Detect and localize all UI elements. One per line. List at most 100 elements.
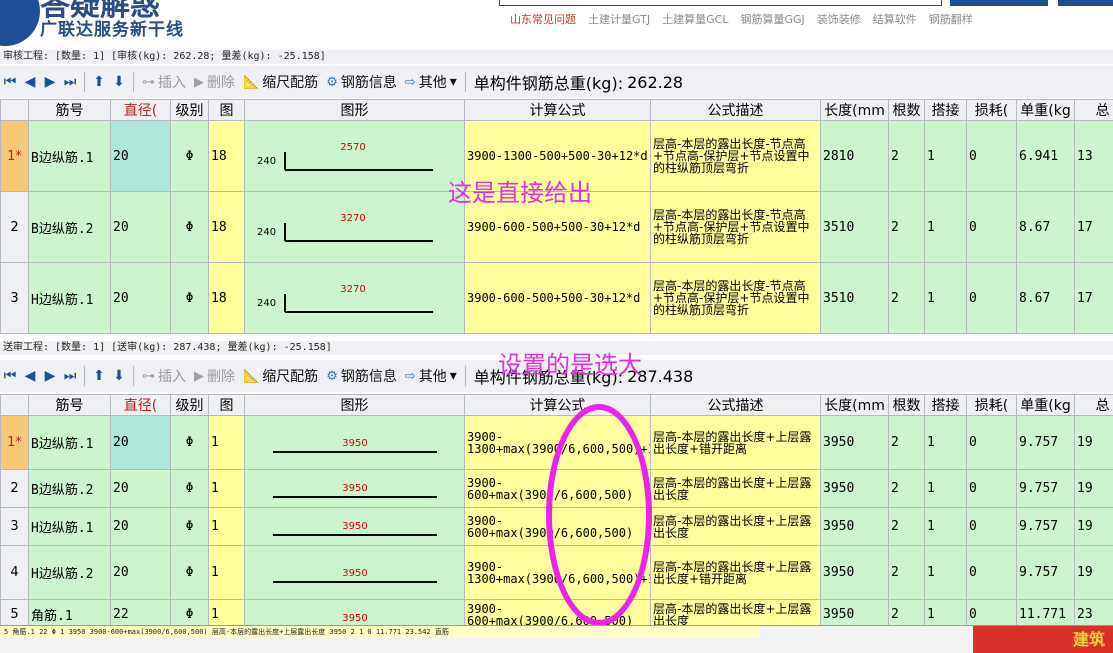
nav-link[interactable]: 钢筋翻样	[929, 11, 973, 27]
rebar-length[interactable]: 3950	[820, 469, 889, 508]
rebar-shape[interactable]: 240 3270	[244, 262, 465, 334]
formula-description[interactable]: 层高-本层的露出长度-节点高+节点高-保护层+节点设置中的柱纵筋顶层弯折	[650, 191, 821, 263]
nav-link[interactable]: 土建计量GTJ	[588, 11, 650, 27]
unit-weight[interactable]: 9.757	[1016, 545, 1075, 600]
rebar-count[interactable]: 2	[888, 469, 925, 508]
rebar-lap[interactable]: 1	[924, 507, 967, 546]
col-header[interactable]: 搭接	[924, 394, 967, 416]
unit-weight[interactable]: 6.941	[1016, 120, 1075, 192]
scale-rebar-button[interactable]: 📐 缩尺配筋	[239, 366, 322, 386]
rebar-name[interactable]: B边纵筋.1	[28, 120, 111, 192]
col-header[interactable]: 总	[1074, 99, 1113, 121]
rebar-lap[interactable]: 1	[924, 415, 967, 470]
nav-link[interactable]: 钢筋算量GGJ	[740, 11, 804, 27]
next-record-icon[interactable]: ▶	[40, 368, 60, 384]
row-index[interactable]: 3	[0, 507, 29, 546]
rebar-grade-icon[interactable]: Φ	[170, 507, 209, 546]
total-weight[interactable]: 13	[1074, 120, 1113, 192]
rebar-diameter[interactable]: 20	[110, 469, 171, 508]
table-row[interactable]: 1* B边纵筋.1 20 Φ 1 3950 3900-1300+max(3900…	[0, 415, 1113, 470]
rebar-name[interactable]: H边纵筋.2	[28, 545, 111, 600]
last-record-icon[interactable]: ⏭	[60, 368, 80, 384]
rebar-grade-icon[interactable]: Φ	[170, 262, 209, 334]
rebar-grade-icon[interactable]: Φ	[170, 191, 209, 263]
col-header[interactable]: 公式描述	[650, 99, 821, 121]
search-input[interactable]	[499, 0, 942, 6]
other-menu-button[interactable]: ⇨ 其他 ▾	[401, 366, 461, 386]
calc-formula[interactable]: 3900-1300+max(3900/6,600,500)+1*max(35*d…	[464, 545, 651, 600]
row-index[interactable]: 2	[0, 469, 29, 508]
menu-button[interactable]	[1058, 0, 1113, 6]
rebar-lap[interactable]: 1	[924, 191, 967, 263]
unit-weight[interactable]: 8.67	[1016, 262, 1075, 334]
total-weight[interactable]: 19	[1074, 545, 1113, 600]
rebar-count[interactable]: 2	[888, 262, 925, 334]
rebar-shape[interactable]: 3950	[244, 507, 465, 546]
col-header[interactable]: 直径(	[110, 394, 171, 416]
col-header[interactable]: 单重(kg	[1016, 394, 1075, 416]
rebar-lap[interactable]: 1	[924, 262, 967, 334]
rebar-shape[interactable]: 3950	[244, 545, 465, 600]
shape-number[interactable]: 18	[208, 191, 245, 263]
table-row[interactable]: 3 H边纵筋.1 20 Φ 18 240 3270 3900-600-500+5…	[0, 262, 1113, 334]
unit-weight[interactable]: 8.67	[1016, 191, 1075, 263]
col-header[interactable]: 长度(mm	[820, 394, 889, 416]
rebar-grade-icon[interactable]: Φ	[170, 545, 209, 600]
total-weight[interactable]: 17	[1074, 262, 1113, 334]
formula-description[interactable]: 层高-本层的露出长度+上层露出长度	[650, 469, 821, 508]
prev-record-icon[interactable]: ◀	[20, 74, 40, 90]
col-header[interactable]: 筋号	[28, 394, 111, 416]
rebar-lap[interactable]: 1	[924, 469, 967, 508]
first-record-icon[interactable]: ⏮	[0, 368, 20, 384]
formula-description[interactable]: 层高-本层的露出长度+上层露出长度+错开距离	[650, 545, 821, 600]
rebar-lap[interactable]: 1	[924, 120, 967, 192]
rebar-loss[interactable]: 0	[966, 415, 1017, 470]
col-header[interactable]: 搭接	[924, 99, 967, 121]
col-header[interactable]: 直径(	[110, 99, 171, 121]
rebar-diameter[interactable]: 20	[110, 507, 171, 546]
first-record-icon[interactable]: ⏮	[0, 74, 20, 90]
col-header[interactable]: 级别	[170, 99, 209, 121]
rebar-name[interactable]: B边纵筋.1	[28, 415, 111, 470]
rebar-loss[interactable]: 0	[966, 545, 1017, 600]
col-header[interactable]: 计算公式	[464, 99, 651, 121]
rebar-diameter[interactable]: 20	[110, 262, 171, 334]
col-header[interactable]: 总	[1074, 394, 1113, 416]
last-record-icon[interactable]: ⏭	[60, 74, 80, 90]
rebar-diameter[interactable]: 20	[110, 415, 171, 470]
rebar-count[interactable]: 2	[888, 545, 925, 600]
unit-weight[interactable]: 9.757	[1016, 469, 1075, 508]
rebar-grade-icon[interactable]: Φ	[170, 120, 209, 192]
delete-button[interactable]: ▶ 删除	[190, 72, 239, 92]
table-row[interactable]: 2 B边纵筋.2 20 Φ 1 3950 3900-600+max(3900/6…	[0, 469, 1113, 508]
rebar-shape[interactable]: 240 2570	[244, 120, 465, 192]
rebar-diameter[interactable]: 20	[110, 545, 171, 600]
shape-number[interactable]: 18	[208, 120, 245, 192]
formula-description[interactable]: 层高-本层的露出长度+上层露出长度+错开距离	[650, 415, 821, 470]
rebar-length[interactable]: 2810	[820, 120, 889, 192]
col-header[interactable]: 损耗(	[966, 99, 1017, 121]
rebar-lap[interactable]: 1	[924, 545, 967, 600]
rebar-shape[interactable]: 3950	[244, 415, 465, 470]
insert-button[interactable]: ⊶ 插入	[138, 366, 190, 386]
calc-formula[interactable]: 3900-600+max(3900/6,600,500)	[464, 469, 651, 508]
search-button[interactable]	[950, 0, 1048, 6]
col-header[interactable]: 单重(kg	[1016, 99, 1075, 121]
calc-formula[interactable]: 3900-600-500+500-30+12*d	[464, 262, 651, 334]
rebar-name[interactable]: B边纵筋.2	[28, 469, 111, 508]
rebar-loss[interactable]: 0	[966, 191, 1017, 263]
rebar-grade-icon[interactable]: Φ	[170, 415, 209, 470]
scale-rebar-button[interactable]: 📐 缩尺配筋	[239, 72, 322, 92]
col-header[interactable]: 损耗(	[966, 394, 1017, 416]
move-up-icon[interactable]: ⬆	[89, 74, 109, 90]
col-header[interactable]: 图	[208, 99, 245, 121]
rebar-info-button[interactable]: ⚙ 钢筋信息	[322, 72, 401, 92]
col-header[interactable]: 图形	[244, 99, 465, 121]
nav-link[interactable]: 山东常见问题	[510, 11, 576, 27]
rebar-length[interactable]: 3510	[820, 191, 889, 263]
row-index[interactable]: 2	[0, 191, 29, 263]
col-header[interactable]: 计算公式	[464, 394, 651, 416]
rebar-count[interactable]: 2	[888, 191, 925, 263]
col-header[interactable]: 筋号	[28, 99, 111, 121]
row-index[interactable]: 1*	[0, 415, 29, 470]
